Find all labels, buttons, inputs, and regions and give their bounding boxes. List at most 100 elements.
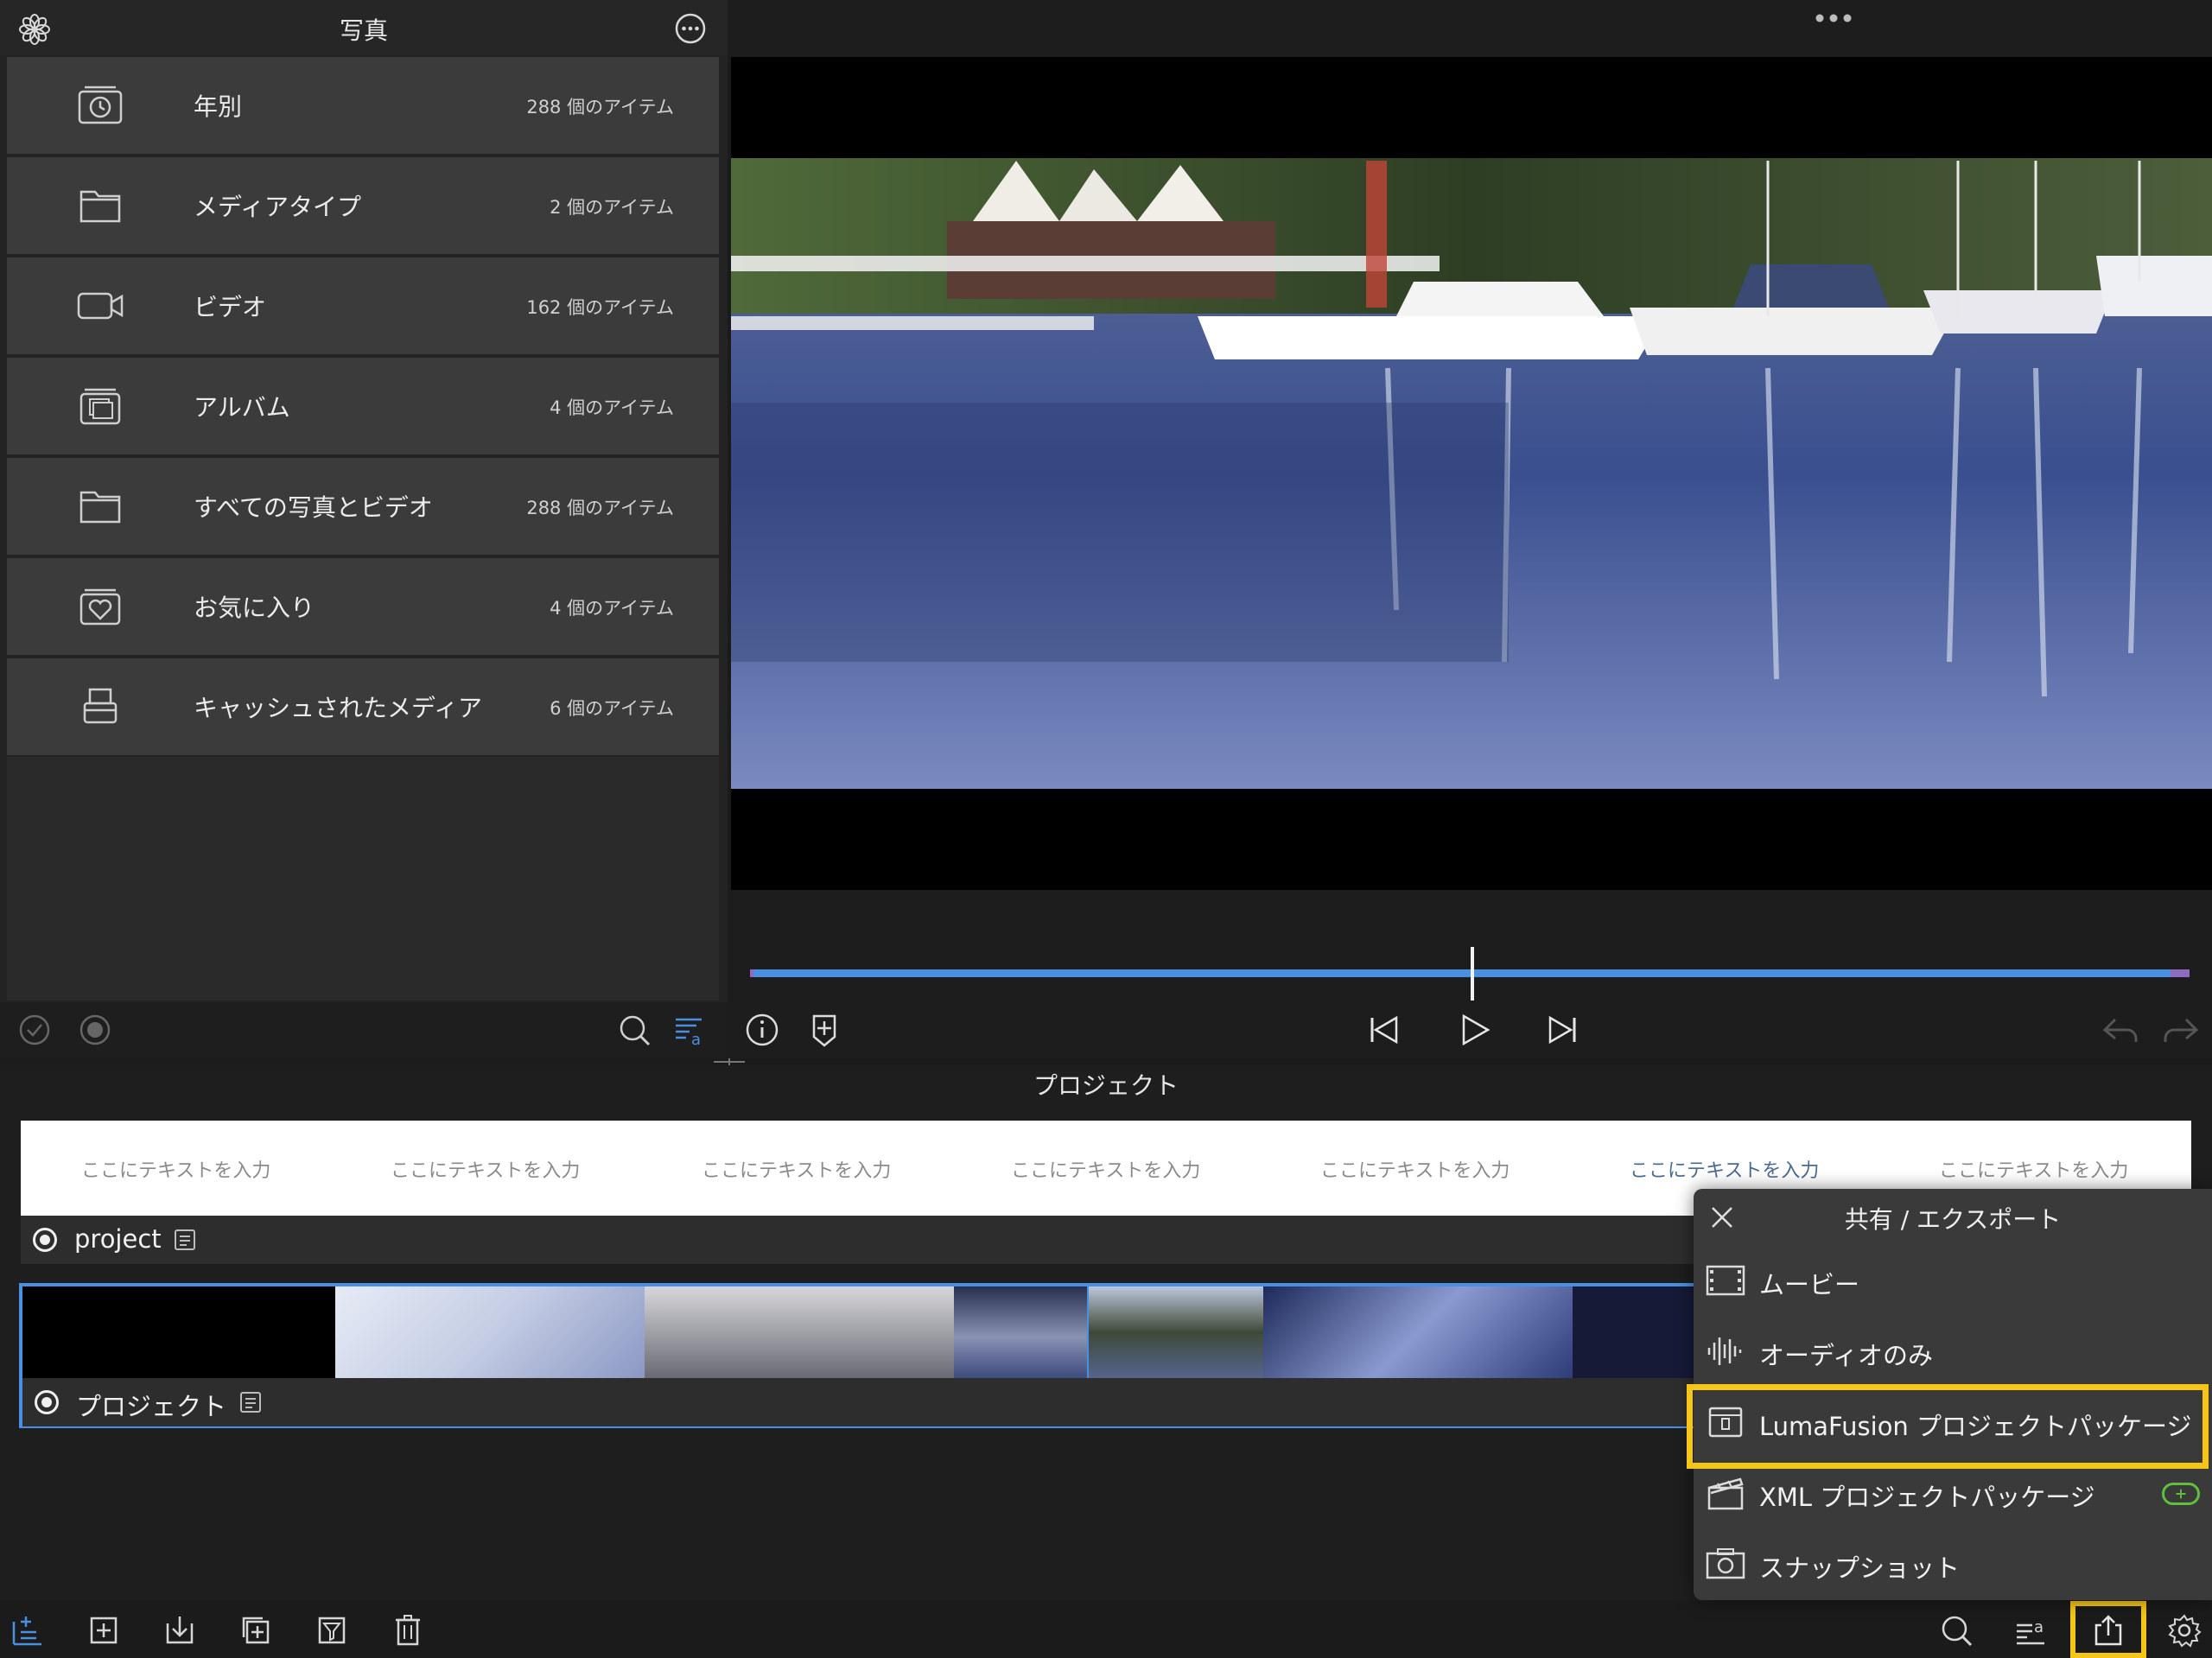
clip-thumbnails [22,1286,1709,1378]
title-text-placeholder: ここにテキストを入力 [1939,1160,2129,1182]
share-export-header: 共有 / エクスポート [1694,1189,2212,1246]
preview-frame [731,57,2212,890]
video-preview[interactable] [731,57,2212,890]
info-icon[interactable] [743,1011,781,1049]
plus-badge-icon[interactable] [2162,1483,2200,1505]
sort-icon[interactable]: a [2013,1613,2048,1648]
library-header: 写真 [0,0,728,55]
album-icon [79,388,121,425]
export-movie-option[interactable]: ムービー [1694,1246,2212,1315]
filter-icon[interactable] [315,1613,349,1648]
scrubber-area [728,890,2212,1058]
media-library-panel: 写真 年別 288 個のアイテム メディアタイプ 2 個のアイテム ビデオ 16… [0,0,728,1058]
redo-icon[interactable] [2162,1011,2200,1049]
library-item-favorites[interactable]: お気に入り 4 個のアイテム [7,558,719,655]
thumbnail [645,1286,954,1378]
title-text-placeholder: ここにテキストを入力 [391,1160,581,1182]
camera-icon [1706,1548,1745,1579]
title-text-placeholder: ここにテキストを入力 [1011,1160,1201,1182]
title-text-placeholder: ここにテキストを入力 [702,1160,892,1182]
library-item-label: すべての写真とビデオ [194,493,433,522]
library-item-count: 4 個のアイテム [550,598,674,619]
ellipsis-circle-icon[interactable] [674,12,707,45]
library-item-count: 162 個のアイテム [526,297,674,318]
library-list: 年別 288 個のアイテム メディアタイプ 2 個のアイテム ビデオ 162 個… [7,57,719,759]
note-icon[interactable] [238,1390,263,1414]
track-select-radio[interactable] [33,1228,57,1252]
share-export-title: 共有 / エクスポート [1844,1205,2062,1234]
svg-text:a: a [2034,1618,2044,1636]
library-item-count: 288 個のアイテム [526,498,674,518]
playhead[interactable] [1471,947,1474,1001]
note-icon[interactable] [173,1228,197,1252]
title-text-placeholder: ここにテキストを入力 [1320,1160,1510,1182]
title-text-placeholder: ここにテキストを入力 [81,1160,271,1182]
track-name: project [74,1224,162,1254]
search-icon[interactable] [617,1013,652,1047]
export-option-label: ムービー [1759,1270,1860,1299]
cache-drive-icon [83,688,118,724]
skip-back-icon[interactable] [1365,1011,1403,1049]
library-item-label: 年別 [194,92,243,121]
trash-icon[interactable] [391,1613,425,1648]
new-project-icon[interactable] [10,1613,45,1648]
export-xml-package-option[interactable]: XML プロジェクトパッケージ [1694,1458,2212,1528]
library-item-label: キャッシュされたメディア [194,694,483,722]
folder-icon [79,190,121,223]
library-item-cached-media[interactable]: キャッシュされたメディア 6 個のアイテム [7,658,719,755]
video-track-label[interactable]: プロジェクト [22,1378,1709,1426]
ellipsis-icon[interactable] [1813,12,1854,24]
sort-icon[interactable]: a [672,1013,707,1047]
title-text-placeholder: ここにテキストを入力 [1630,1160,1820,1182]
undo-icon[interactable] [2101,1011,2139,1049]
folder-icon [79,491,121,524]
video-camera-icon [77,292,124,320]
out-point-marker[interactable] [2171,969,2190,977]
clapperboard-icon [1707,1477,1744,1510]
bottom-toolbar: a [0,1601,2212,1658]
search-icon[interactable] [1939,1613,1974,1648]
export-snapshot-option[interactable]: スナップショット [1694,1529,2212,1598]
library-item-media-type[interactable]: メディアタイプ 2 個のアイテム [7,157,719,254]
lumafusion-package-highlight [1687,1384,2209,1469]
video-clip[interactable]: プロジェクト [19,1283,1713,1428]
panel-resize-handle[interactable] [714,1058,745,1065]
library-item-by-year[interactable]: 年別 288 個のアイテム [7,57,719,154]
export-audio-only-option[interactable]: オーディオのみ [1694,1317,2212,1386]
thumbnail [22,1286,335,1378]
play-icon[interactable] [1455,1011,1493,1049]
heart-folder-icon [79,588,121,626]
add-marker-icon[interactable] [805,1011,843,1049]
check-circle-icon[interactable] [17,1013,52,1047]
library-title: 写真 [339,16,388,45]
export-option-label: オーディオのみ [1759,1341,1933,1370]
track-name: プロジェクト [76,1392,227,1421]
thumbnail [1087,1286,1263,1378]
library-item-count: 2 個のアイテム [550,197,674,218]
export-option-label: XML プロジェクトパッケージ [1759,1483,2095,1512]
thumbnail [1263,1286,1573,1378]
import-icon[interactable] [162,1613,197,1648]
thumbnail [954,1286,1087,1378]
library-item-count: 288 個のアイテム [526,97,674,118]
library-empty-area [7,757,719,1001]
title-track-label[interactable]: project [21,1216,1707,1264]
svg-text:a: a [691,1031,701,1047]
library-item-label: ビデオ [194,293,267,321]
skip-forward-icon[interactable] [1543,1011,1581,1049]
timeline-title: プロジェクト [1033,1071,1179,1100]
library-item-album[interactable]: アルバム 4 個のアイテム [7,358,719,454]
record-circle-icon[interactable] [78,1013,112,1047]
thumbnail [335,1286,645,1378]
library-item-count: 4 個のアイテム [550,397,674,418]
duplicate-icon[interactable] [238,1613,273,1648]
share-button-highlight [2070,1601,2146,1658]
settings-icon[interactable] [2167,1613,2202,1648]
thumbnail [1573,1286,1709,1378]
library-footer: a [0,1002,728,1058]
library-item-all-photos-videos[interactable]: すべての写真とビデオ 288 個のアイテム [7,458,719,555]
track-select-radio[interactable] [35,1390,59,1414]
viewer-header [728,0,2212,57]
add-icon[interactable] [86,1613,121,1648]
library-item-video[interactable]: ビデオ 162 個のアイテム [7,257,719,354]
